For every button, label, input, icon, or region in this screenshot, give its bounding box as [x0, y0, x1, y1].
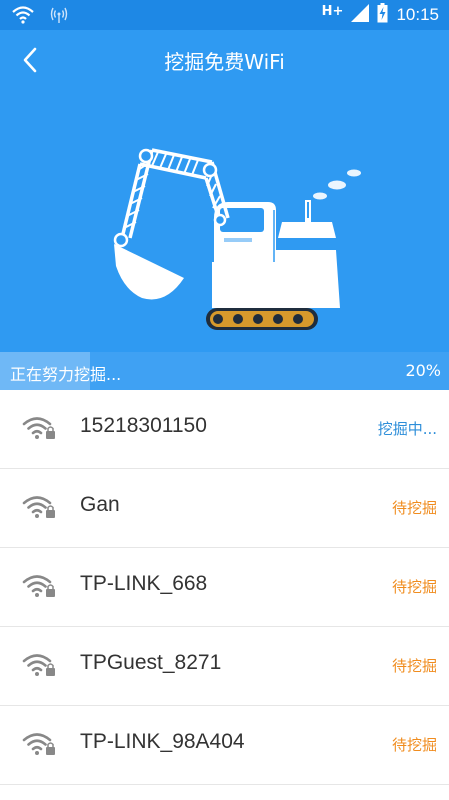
hotspot-icon: [50, 6, 68, 28]
wifi-status-icon: [12, 6, 34, 28]
locked-wifi-icon: [22, 495, 56, 523]
progress-label: 正在努力挖掘...: [10, 365, 122, 384]
wifi-status: 待挖掘: [391, 499, 437, 517]
network-type: H+: [321, 3, 344, 19]
wifi-status: 待挖掘: [391, 578, 437, 596]
locked-wifi-icon: [22, 732, 56, 760]
locked-wifi-icon: [22, 416, 56, 444]
clock: 10:15: [396, 5, 439, 24]
page-title: 挖掘免费WiFi: [164, 50, 285, 74]
wifi-list: 15218301150 挖掘中... Gan 待挖掘 TP-LINK_668 待…: [0, 390, 449, 785]
list-item[interactable]: TPGuest_8271 待挖掘: [0, 627, 449, 706]
wifi-ssid: TPGuest_8271: [80, 651, 222, 674]
wifi-ssid: TP-LINK_668: [80, 572, 208, 595]
wifi-status: 待挖掘: [391, 657, 437, 675]
list-item[interactable]: Gan 待挖掘: [0, 469, 449, 548]
status-bar: H+ 10:15: [0, 0, 449, 30]
excavator-illustration: [113, 148, 361, 330]
list-item[interactable]: TP-LINK_98A404 待挖掘: [0, 706, 449, 785]
locked-wifi-icon: [22, 574, 56, 602]
locked-wifi-icon: [22, 653, 56, 681]
battery-icon: [377, 3, 388, 27]
wifi-status: 挖掘中...: [377, 420, 437, 438]
list-item[interactable]: 15218301150 挖掘中...: [0, 390, 449, 469]
header: 挖掘免费WiFi 正在努力挖掘... 20%: [0, 30, 449, 390]
signal-icon: [351, 4, 370, 26]
wifi-ssid: Gan: [80, 493, 120, 516]
wifi-ssid: 15218301150: [80, 414, 207, 437]
progress-bar: 正在努力挖掘... 20%: [0, 352, 449, 390]
list-item[interactable]: TP-LINK_668 待挖掘: [0, 548, 449, 627]
progress-percent: 20%: [405, 361, 441, 380]
wifi-ssid: TP-LINK_98A404: [80, 730, 245, 753]
wifi-status: 待挖掘: [391, 736, 437, 754]
